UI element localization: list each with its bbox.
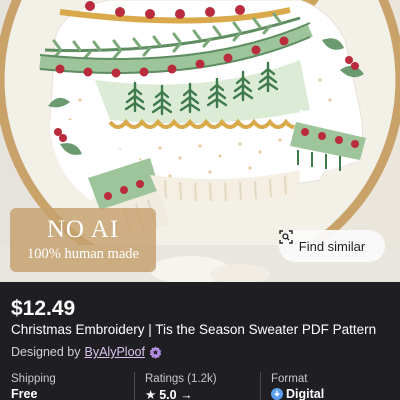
ratings-value: 5.0 → [159,387,193,400]
badge-title: NO AI [46,216,120,243]
designer-link[interactable]: ByAlyPloof [85,345,145,359]
badge-subtitle: 100% human made [27,246,139,262]
format-value: Digital [286,387,325,400]
find-similar-label: Find similar [298,238,366,254]
designer-line: Designed by ByAlyPloof [11,345,162,359]
shipping-value: Free [11,387,38,400]
star-seller-badge-icon [149,346,162,359]
format-label: Format [271,373,308,385]
ratings-label: Ratings (1.2k) [145,373,217,385]
product-image[interactable]: NO AI 100% human made Find similar [0,0,400,282]
info-ratings[interactable]: Ratings (1.2k) ★ 5.0 → [145,373,217,400]
ratings-value-row[interactable]: ★ 5.0 → [145,387,217,400]
format-value-row: Digital [271,387,324,400]
shipping-label: Shipping [11,373,56,385]
visual-search-icon [279,230,293,244]
find-similar-button[interactable]: Find similar [279,230,385,262]
listing-price: $12.49 [11,297,76,320]
star-icon: ★ [145,388,157,400]
info-format: Format Digital [271,373,324,400]
info-divider [260,372,261,400]
listing-title: Christmas Embroidery | Tis the Season Sw… [11,322,377,337]
info-divider [134,372,135,400]
no-ai-badge: NO AI 100% human made [10,208,156,272]
digital-download-icon [271,388,283,400]
designer-prefix: Designed by [11,345,81,359]
info-shipping: Shipping Free [11,373,56,400]
